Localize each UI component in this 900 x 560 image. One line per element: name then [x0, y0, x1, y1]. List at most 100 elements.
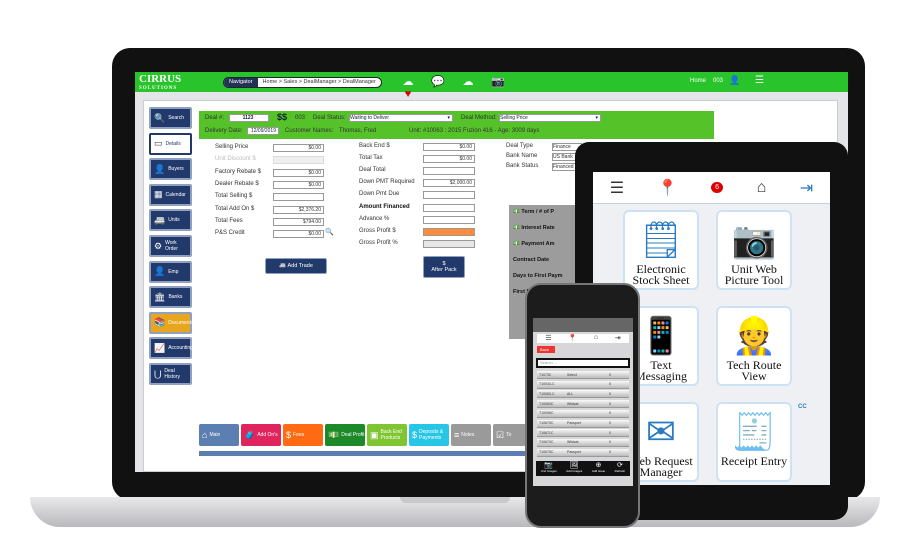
left-field-input[interactable]: $2,376.20 — [273, 205, 324, 214]
phone-bottom-add-issue[interactable]: ⊕ Add Issue — [592, 461, 605, 476]
left-field-input[interactable]: $794.00 — [273, 217, 324, 226]
tab-add-on-s[interactable]: 🧳 Add On's — [241, 424, 281, 446]
finance-item[interactable]: Contract Date — [513, 257, 580, 273]
left-field-input[interactable]: $0.00 — [273, 230, 324, 239]
tab-deal-profit[interactable]: 💵 Deal Profit — [325, 424, 365, 446]
mid-field-input[interactable] — [423, 239, 475, 248]
sidebar-item-units[interactable]: 🚐 Units — [149, 209, 192, 232]
list-item[interactable]: T10063-C ALL 0 — [537, 390, 629, 399]
chat-search-icon[interactable]: 💬 — [430, 75, 446, 89]
left-field-input[interactable] — [273, 193, 324, 202]
sidebar-item-banks[interactable]: 🏛 Banks — [149, 286, 192, 309]
sidebar-item-label: Emp — [168, 268, 179, 275]
unit-model: Wildcat — [567, 401, 579, 406]
deal-status-select[interactable]: Waiting to Deliver ▾ — [349, 114, 453, 122]
tile-tech-route-view[interactable]: 👷 Tech Route View — [716, 306, 792, 386]
mid-field-input[interactable] — [423, 191, 475, 200]
cloud-heart-icon[interactable]: ☁♥ — [400, 75, 416, 100]
tab-main[interactable]: ⌂ Main — [199, 424, 239, 446]
left-field-input[interactable]: $0.00 — [273, 168, 324, 177]
left-field-input[interactable]: $0.00 — [273, 180, 324, 189]
tab-fees[interactable]: $ Fees — [283, 424, 323, 446]
finance-item[interactable]: 💵 Payment Am — [513, 241, 580, 257]
home-icon[interactable]: ⌂ — [757, 179, 767, 197]
menu-icon[interactable]: ☰ — [610, 178, 624, 198]
field-label: Selling Price — [215, 144, 249, 150]
back-button[interactable]: Back — [537, 346, 555, 353]
deal-number-field[interactable]: 1123 — [229, 114, 269, 122]
bottom-bar-icon: 🖼 — [569, 462, 579, 469]
tile-unit-web-picture-tool[interactable]: 📷 Unit Web Picture Tool — [716, 210, 792, 290]
sidebar-item-buyers[interactable]: 👤 Buyers — [149, 158, 192, 181]
breadcrumb[interactable]: Navigator Home > Sales > DealManager > De… — [223, 77, 382, 88]
screen-shot-icon[interactable]: 📷 — [490, 75, 506, 89]
breadcrumb-path[interactable]: Home > Sales > DealManager > DealManager — [258, 78, 381, 87]
mid-field-input[interactable] — [423, 227, 475, 236]
list-item[interactable]: T10671C 0 — [537, 429, 629, 438]
tab-deposits-payments[interactable]: $ Deposits & Payments — [409, 424, 449, 446]
delivery-date-field[interactable]: 12/09/2019 — [247, 127, 279, 135]
logout-icon[interactable]: ⇥ — [615, 334, 621, 343]
left-field-input[interactable]: $0.00 — [273, 144, 324, 152]
mid-field-input[interactable] — [423, 203, 475, 212]
sidebar-item-accounting[interactable]: 📈 Accounting — [149, 337, 193, 360]
list-item[interactable]: T10675C Passport 0 — [537, 448, 629, 457]
list-item[interactable]: T10730 Select 0 — [537, 371, 629, 379]
tab-back-end-products[interactable]: ▣ Back End Products — [367, 424, 407, 446]
list-item[interactable]: T10670C Wildcat 0 — [537, 438, 629, 447]
map-location-icon[interactable]: 📍 — [658, 178, 678, 198]
tab-label: Main — [209, 432, 221, 438]
cloud-search-icon[interactable]: ☁ — [460, 75, 476, 89]
mid-field-input[interactable] — [423, 167, 475, 176]
finance-item[interactable]: 💵 Interest Rate — [513, 225, 580, 241]
finance-item[interactable]: 💵 Term / # of P — [513, 209, 580, 225]
navigator-button[interactable]: Navigator — [224, 78, 258, 87]
messages-icon[interactable]: 6 — [711, 182, 724, 193]
sidebar-item-details[interactable]: ▭ Details — [149, 132, 192, 155]
sidebar-item-deal-history[interactable]: ⋃ Deal History — [149, 363, 192, 385]
after-pack-button[interactable]: $ After Pack — [423, 256, 465, 278]
home-link[interactable]: Home — [690, 78, 706, 84]
sidebar-item-emp[interactable]: 👤 Emp — [149, 260, 192, 283]
tab-notes[interactable]: ≡ Notes — [451, 424, 491, 446]
add-trade-button[interactable]: 🚐 Add Trade — [265, 258, 327, 274]
mid-field-input[interactable]: $0.00 — [423, 155, 475, 164]
tile-electronic-stock-sheet[interactable]: 🗒 Electronic Stock Sheet — [623, 210, 699, 290]
briefcase-dollar-icon: $ — [286, 430, 292, 440]
left-field-input[interactable] — [273, 156, 324, 165]
mid-field-input[interactable]: $0.00 — [423, 143, 475, 151]
logout-icon[interactable]: ⇥ — [800, 178, 813, 198]
list-item[interactable]: T10096C 0 — [537, 409, 629, 418]
list-item[interactable]: T10034-C 0 — [537, 380, 629, 389]
employee-icon: 👤 — [154, 266, 166, 277]
salesperson: 003 — [295, 115, 306, 121]
phone-address-bar[interactable] — [533, 318, 633, 332]
tile-receipt-entry[interactable]: 🧾 Receipt Entry — [716, 402, 792, 482]
dollar-icon[interactable]: $$ — [277, 112, 287, 122]
sidebar-item-work-order[interactable]: ⚙ Work Order — [149, 235, 192, 257]
sidebar-item-documents[interactable]: 📚 Documents — [149, 311, 194, 334]
map-location-icon[interactable]: 📍 — [568, 334, 577, 343]
search-input[interactable]: Search ... — [536, 358, 630, 368]
sidebar-item-search[interactable]: 🔍 Search — [149, 107, 192, 129]
mid-field-input[interactable]: $2,000.00 — [423, 179, 475, 188]
money-bag-icon: $ — [412, 430, 418, 440]
unit-count: 0 — [609, 430, 611, 435]
sidebar-item-calendar[interactable]: ▦ Calendar — [149, 183, 192, 206]
list-item[interactable]: T10670C Passport 0 — [537, 419, 629, 428]
field-label: Unit Discount $ — [215, 156, 256, 163]
menu-icon[interactable]: ☰ — [545, 334, 551, 343]
list-item[interactable]: T10063C Wildcat 0 — [537, 400, 629, 409]
unit-model: Passport — [567, 450, 581, 455]
user-icon[interactable]: 👤 — [729, 75, 740, 86]
phone-bottom-add-images[interactable]: 🖼 Add Images — [566, 461, 582, 476]
phone-bottom-unit-images[interactable]: 📷 Unit Images — [541, 461, 557, 476]
deal-label: Deal #: — [205, 115, 225, 121]
menu-icon[interactable]: ☰ — [755, 75, 764, 86]
phone-bottom-refresh[interactable]: ⟳ Refresh — [615, 461, 626, 476]
home-icon[interactable]: ⌂ — [594, 334, 598, 343]
deal-method-select[interactable]: Selling Price ▾ — [499, 114, 601, 122]
mid-field-input[interactable] — [423, 215, 475, 224]
tab-underline — [199, 451, 529, 456]
search-icon[interactable]: 🔍 — [325, 228, 334, 236]
